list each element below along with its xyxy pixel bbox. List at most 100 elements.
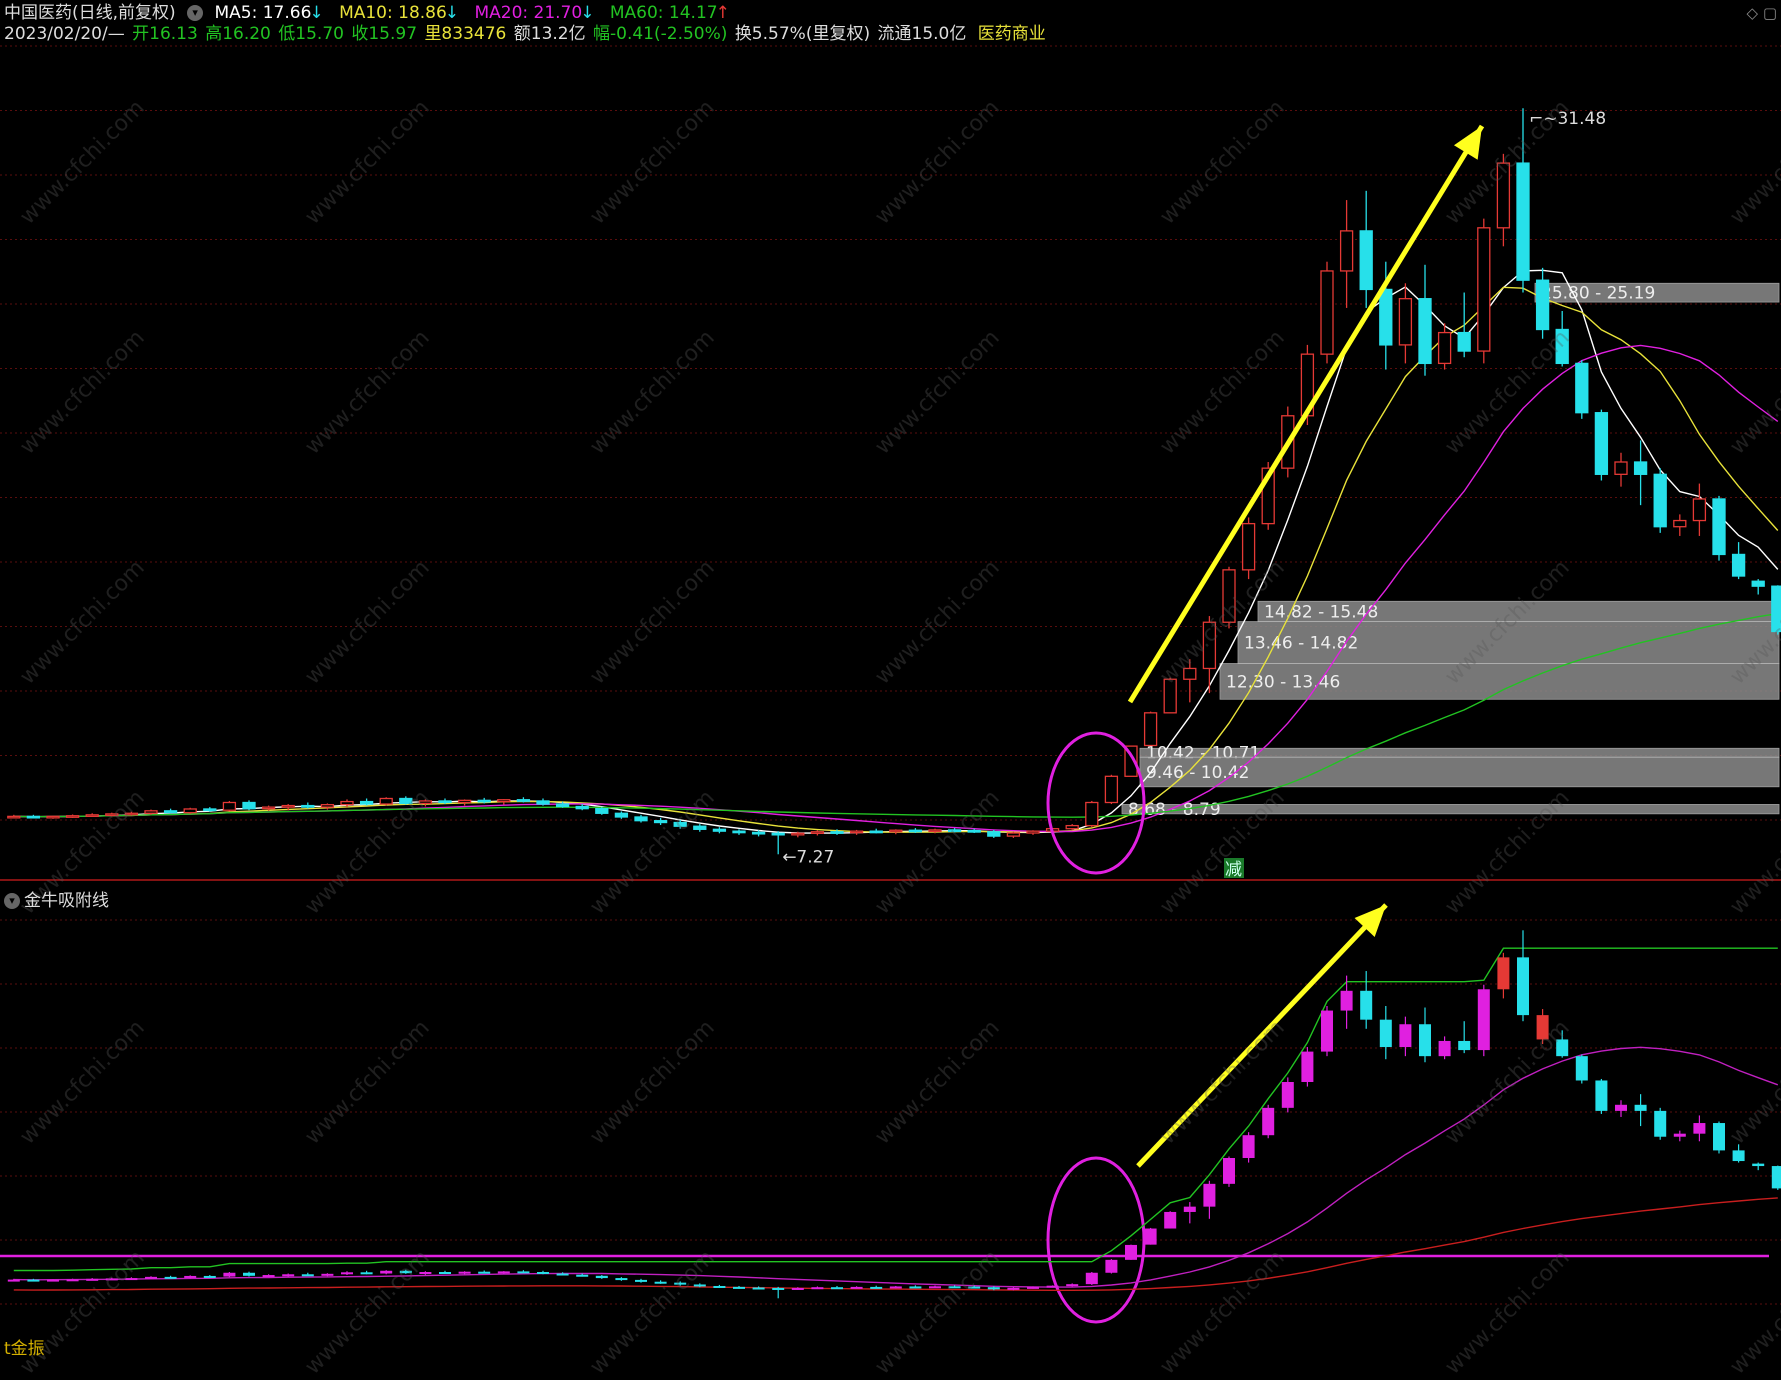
candle	[242, 800, 256, 811]
indicator-block	[360, 1270, 373, 1275]
candle	[516, 797, 531, 803]
indicator-block	[321, 1273, 334, 1277]
indicator-body	[537, 1272, 549, 1274]
candle-body	[1359, 230, 1373, 291]
candle	[712, 827, 727, 834]
candle	[1594, 409, 1609, 481]
indicator-block	[811, 1286, 824, 1290]
candle	[1398, 283, 1413, 364]
indicator-body	[1497, 957, 1510, 990]
stock-title[interactable]: 中国医药(日线,前复权)	[4, 3, 176, 23]
indicator-block	[889, 1285, 902, 1289]
indicator-block	[517, 1270, 530, 1274]
indicator-block	[1046, 1285, 1059, 1288]
candle	[1143, 711, 1158, 747]
ma10-value: MA10: 18.86	[339, 3, 447, 23]
dropdown-icon[interactable]: ▾	[4, 893, 20, 909]
candle-body	[1143, 712, 1158, 747]
indicator-body	[145, 1276, 157, 1279]
dropdown-icon[interactable]: ▾	[187, 5, 204, 21]
indicator-block	[556, 1272, 569, 1276]
indicator-body	[517, 1271, 530, 1274]
candle	[105, 812, 119, 817]
candle-body	[1751, 580, 1765, 587]
indicator-body	[831, 1287, 843, 1290]
candle	[595, 807, 609, 815]
indicator-body	[1125, 1244, 1137, 1260]
indicator-block	[850, 1286, 863, 1289]
down-arrow-icon: ↓	[580, 3, 595, 23]
indicator-body	[1438, 1040, 1451, 1057]
indicator-body	[399, 1270, 412, 1274]
indicator-body	[1105, 1259, 1118, 1273]
candle-body	[320, 804, 335, 808]
candle-body	[830, 831, 844, 834]
indicator-body	[1360, 990, 1373, 1020]
candle-body	[1575, 362, 1589, 414]
down-arrow-icon: ↓	[444, 3, 460, 23]
kline-chart[interactable]: 25.80 - 25.19 14.82 - 15.4813.46 - 14.82 1…	[0, 0, 1781, 1353]
candle	[1339, 200, 1354, 308]
indicator-body	[262, 1275, 275, 1278]
indicator-body	[184, 1275, 197, 1278]
candle-body	[791, 832, 805, 836]
candle	[359, 798, 374, 806]
indicator-body	[125, 1278, 138, 1281]
candle-body	[1006, 832, 1021, 837]
candle-body	[301, 804, 315, 808]
candle	[497, 799, 511, 805]
candle-body	[536, 800, 550, 805]
candle	[1575, 360, 1589, 419]
candle	[1555, 311, 1569, 367]
candle-body	[163, 810, 178, 814]
indicator-body	[968, 1286, 981, 1289]
reduce-marker: 减	[1224, 858, 1244, 880]
indicator-body	[164, 1276, 177, 1279]
candle	[1633, 440, 1648, 506]
indicator-body	[1027, 1286, 1039, 1289]
indicator-body	[282, 1274, 295, 1277]
indicator-block	[1615, 1100, 1627, 1117]
candle-body	[144, 810, 158, 814]
indicator-body	[1399, 1024, 1412, 1048]
price-zone-label: 12.30 - 13.46	[1226, 672, 1340, 692]
indicator-title[interactable]: ▾ 金牛吸附线	[4, 886, 109, 911]
indicator-block	[1575, 1054, 1588, 1084]
bottom-indicator-label[interactable]: t金振	[4, 1334, 45, 1359]
indicator-block	[1673, 1130, 1686, 1142]
candle-body	[1222, 569, 1236, 623]
candle-body	[1771, 585, 1781, 633]
industry-link[interactable]: 医药商业	[978, 24, 1046, 44]
candle	[399, 796, 413, 805]
candle	[85, 813, 99, 817]
indicator-block	[1242, 1132, 1255, 1163]
indicator-body	[654, 1281, 667, 1284]
candle-body	[379, 797, 393, 805]
indicator-body	[1144, 1228, 1157, 1245]
indicator-body	[929, 1286, 941, 1289]
turnover-text: 换5.57%(里复权)	[734, 24, 871, 44]
volume-text: 里833476	[424, 24, 507, 44]
indicator-block	[301, 1272, 314, 1277]
indicator-body	[86, 1278, 99, 1281]
candle-body	[1339, 230, 1354, 272]
indicator-body	[1477, 989, 1490, 1051]
candle	[457, 799, 472, 806]
indicator-body	[1046, 1285, 1059, 1288]
ma20-value: MA20: 21.70	[474, 3, 583, 23]
candle-body	[1065, 824, 1079, 830]
indicator-block	[1399, 1016, 1412, 1057]
indicator-block	[654, 1280, 667, 1284]
price-zone: 25.80 - 25.19	[1534, 282, 1780, 304]
candle	[1026, 830, 1040, 835]
candle-body	[653, 820, 668, 824]
indicator-body	[870, 1286, 883, 1289]
indicator-block	[1497, 952, 1510, 999]
candle	[1183, 659, 1197, 703]
candle	[653, 817, 668, 825]
window-controls[interactable]: ◇ ▢	[1747, 4, 1777, 22]
price-zone: 12.30 - 13.46	[1219, 663, 1780, 700]
indicator-body	[1085, 1272, 1098, 1285]
indicator-body	[909, 1286, 922, 1289]
indicator-block	[1517, 930, 1529, 1022]
